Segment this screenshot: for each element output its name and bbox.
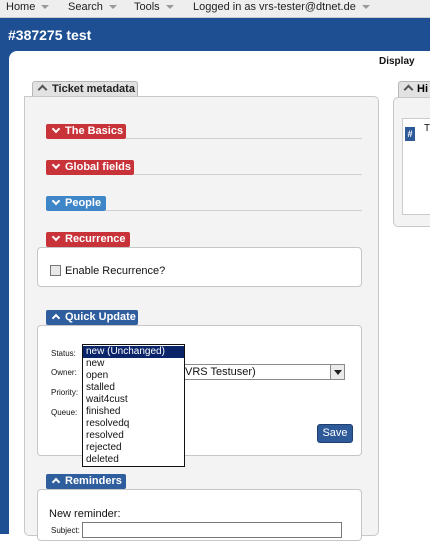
menu-search[interactable]: Search (68, 1, 117, 13)
status-option[interactable]: new (83, 358, 184, 370)
ticket-metadata-tab[interactable]: Ticket metadata (32, 81, 138, 97)
subject-input[interactable] (82, 522, 342, 538)
status-option[interactable]: resolvedq (83, 418, 184, 430)
owner-label: Owner: (51, 368, 77, 377)
top-menu-bar: Home Search Tools Logged in as vrs-teste… (0, 0, 430, 18)
owner-select[interactable]: VRS Testuser) (182, 364, 345, 380)
chevron-down-icon (51, 232, 61, 242)
section-quick-update[interactable]: Quick Update (46, 310, 138, 325)
chevron-down-icon[interactable] (330, 365, 344, 379)
chevron-up-icon (51, 477, 61, 487)
menu-logged-in[interactable]: Logged in as vrs-tester@dtnet.de (193, 1, 370, 13)
status-option[interactable]: stalled (83, 382, 184, 394)
section-reminders[interactable]: Reminders (46, 474, 126, 489)
page-title: #387275 test (8, 27, 92, 43)
section-global-fields[interactable]: Global fields (46, 160, 134, 175)
enable-recurrence-label: Enable Recurrence? (65, 265, 166, 277)
chevron-down-icon (41, 5, 50, 10)
divider (106, 210, 362, 211)
divider (126, 138, 362, 139)
status-option[interactable]: new (Unchanged) (83, 346, 184, 358)
chevron-down-icon (108, 5, 117, 10)
status-option[interactable]: wait4cust (83, 394, 184, 406)
status-option[interactable]: rejected (83, 442, 184, 454)
new-reminder-label: New reminder: (49, 508, 121, 520)
status-label: Status: (51, 349, 76, 358)
status-dropdown-list[interactable]: new (Unchanged) new open stalled wait4cu… (82, 344, 185, 467)
queue-label: Queue: (51, 408, 78, 417)
chevron-up-icon (37, 84, 48, 95)
status-option[interactable]: deleted (83, 454, 184, 466)
history-hash-badge[interactable]: # (405, 127, 415, 141)
status-option[interactable]: open (83, 370, 184, 382)
title-bar: #387275 test (0, 18, 430, 51)
chevron-down-icon (51, 160, 61, 170)
divider (134, 174, 362, 175)
section-the-basics[interactable]: The Basics (46, 124, 126, 139)
menu-home[interactable]: Home (6, 1, 50, 13)
history-tab[interactable]: Hi (398, 81, 430, 97)
status-option[interactable]: finished (83, 406, 184, 418)
chevron-down-icon (165, 5, 174, 10)
chevron-down-icon (361, 5, 370, 10)
priority-label: Priority: (51, 388, 79, 397)
section-people[interactable]: People (46, 196, 106, 211)
chevron-down-icon (51, 196, 61, 206)
status-option[interactable]: resolved (83, 430, 184, 442)
menu-tools[interactable]: Tools (134, 1, 174, 13)
display-link[interactable]: Display (379, 56, 415, 67)
chevron-up-icon (51, 313, 61, 323)
save-button[interactable]: Save (317, 424, 353, 443)
history-entry-text: T (424, 123, 430, 134)
chevron-down-icon (51, 124, 61, 134)
enable-recurrence-checkbox[interactable] (50, 265, 61, 276)
section-recurrence[interactable]: Recurrence (46, 232, 130, 247)
chevron-up-icon (403, 84, 414, 95)
